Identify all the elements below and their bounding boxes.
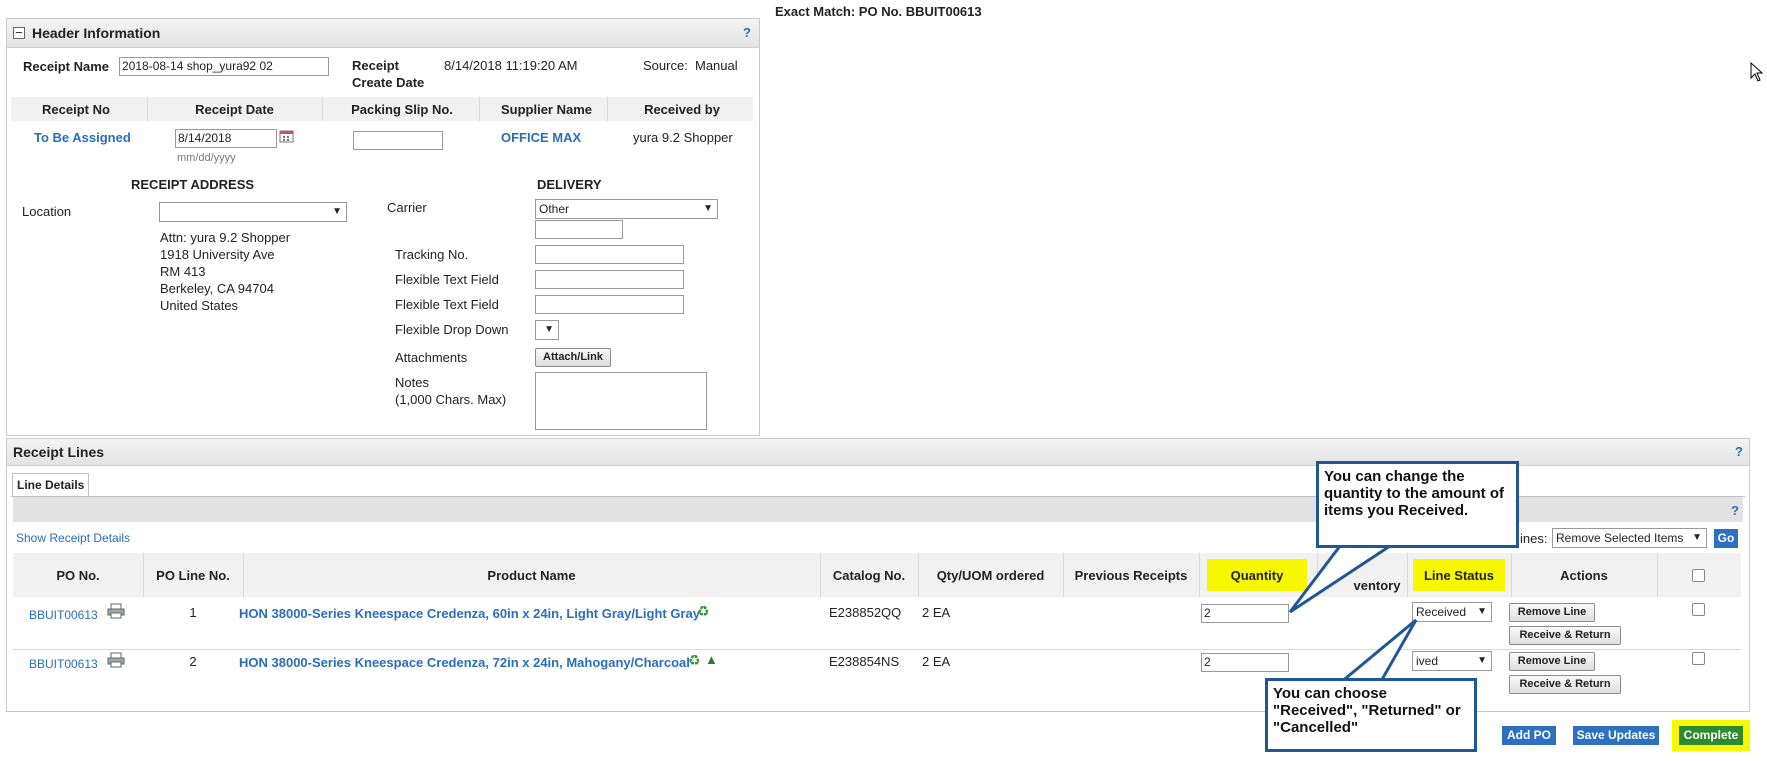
callout-pointers <box>1288 544 1418 685</box>
quantity-callout: You can change the quantity to the amoun… <box>1316 461 1519 548</box>
status-callout: You can choose "Received", "Returned" or… <box>1265 678 1477 752</box>
